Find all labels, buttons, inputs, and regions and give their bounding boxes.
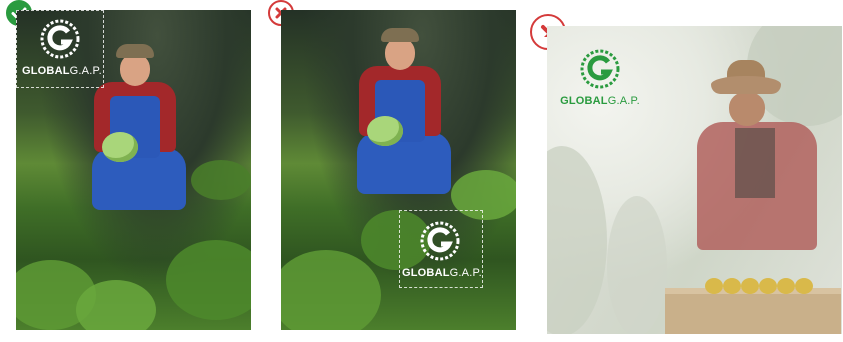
fruit-crate [665, 278, 841, 334]
panel-faded-photo: GLOBALG.A.P. [547, 26, 842, 334]
panel-correct-placement: GLOBALG.A.P. [16, 10, 251, 330]
globalgap-logo: GLOBALG.A.P. [559, 48, 641, 107]
panel-incorrect-placement: GLOBALG.A.P. [281, 10, 516, 330]
globalgap-g-mark-icon [40, 19, 80, 59]
globalgap-logo: GLOBALG.A.P. [402, 220, 482, 279]
globalgap-g-mark-icon [420, 221, 460, 261]
logo-wordmark: GLOBALG.A.P. [560, 95, 640, 107]
globalgap-logo: GLOBALG.A.P. [22, 18, 102, 77]
logo-wordmark: GLOBALG.A.P. [402, 267, 482, 279]
globalgap-g-mark-icon [580, 49, 620, 89]
logo-wordmark: GLOBALG.A.P. [22, 65, 102, 77]
